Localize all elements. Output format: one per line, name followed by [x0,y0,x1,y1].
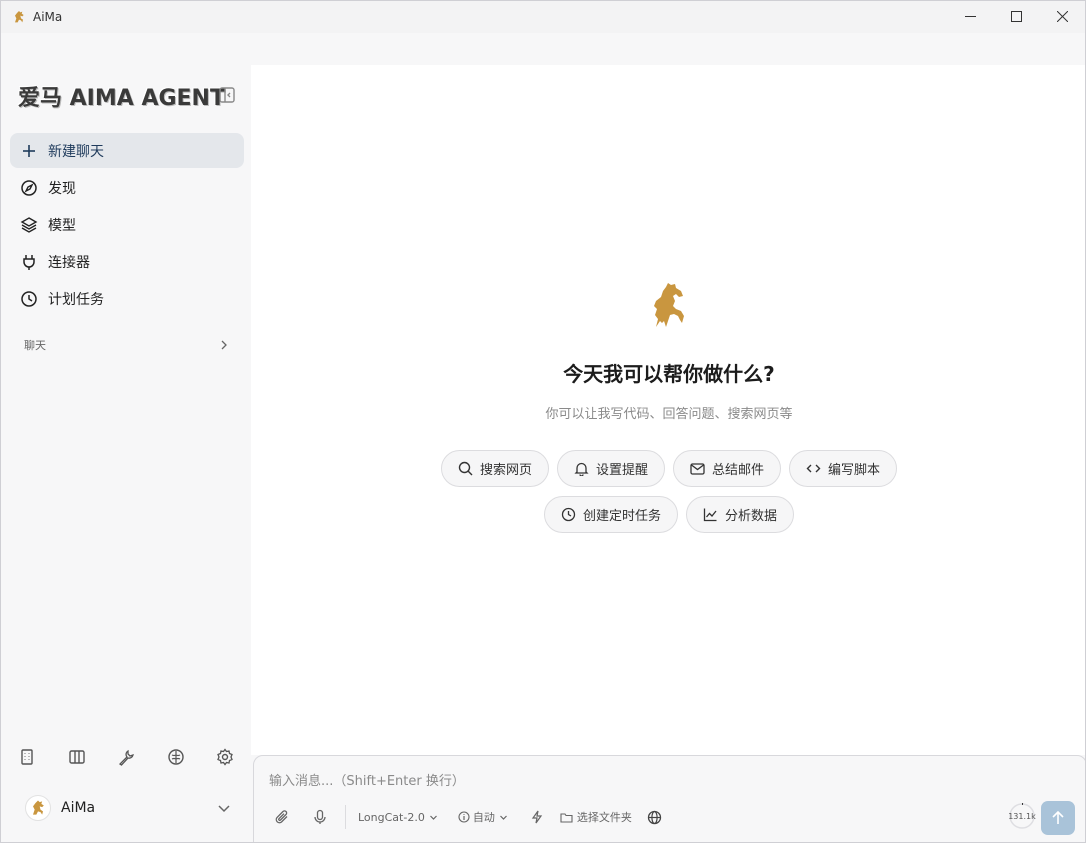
plus-icon [20,142,38,160]
avatar [25,795,51,821]
maximize-button[interactable] [993,1,1039,31]
lightning-icon [531,810,542,824]
compass-icon [20,179,38,197]
chip-summarize-email[interactable]: 总结邮件 [673,450,782,487]
search-icon [458,461,473,476]
sidebar-collapse-icon[interactable] [218,86,236,104]
close-icon [1056,10,1068,22]
columns-button[interactable] [65,745,89,769]
chip-write-script[interactable]: 编写脚本 [789,450,898,487]
sidebar-item-label: 新建聊天 [48,143,104,160]
code-icon [806,461,821,476]
mode-select[interactable]: 自动 [458,804,508,830]
clock-icon [20,290,38,308]
chip-label: 总结邮件 [712,463,765,478]
app-window: AiMa 爱马 AIMA AGENT 新建聊天 发现 模型 连接器 计划任务 聊… [0,0,1086,843]
composer-toolbar: LongCat-2.0 自动 选择文件夹 [269,804,668,830]
gear-icon [217,748,233,766]
brain-icon [167,749,184,765]
attach-button[interactable] [269,804,295,830]
microphone-button[interactable] [307,804,333,830]
layers-icon [20,216,38,234]
model-select-value: LongCat-2.0 [358,810,425,824]
folder-icon [560,812,573,823]
context-usage-indicator: 131.1k [1008,802,1036,830]
horse-logo-icon [15,11,24,23]
chip-label: 搜索网页 [479,463,532,478]
mail-icon [690,461,705,476]
message-composer: LongCat-2.0 自动 选择文件夹 [253,755,1085,842]
minimize-icon [964,15,976,17]
quick-action-button[interactable] [524,804,550,830]
brand-title: 爱马 AIMA AGENT [18,86,225,111]
chip-label: 创建定时任务 [582,509,661,524]
paperclip-icon [275,810,288,824]
wrench-button[interactable] [114,745,138,769]
chevron-down-icon[interactable] [215,799,233,817]
chevron-down-icon [499,815,507,820]
plug-icon [20,253,38,271]
sidebar-bottom-tools [15,745,237,769]
sidebar-item-label: 计划任务 [48,291,104,308]
token-count: 131.1k [1008,811,1036,821]
hero-subtitle: 你可以让我写代码、回答问题、搜索网页等 [545,407,793,422]
window-controls [947,1,1085,33]
toolbar-divider [345,805,346,829]
brain-button[interactable] [164,745,188,769]
chats-section-header[interactable]: 聊天 [24,337,229,353]
model-select[interactable]: LongCat-2.0 [358,804,438,830]
info-icon [458,811,470,823]
main-panel: 今天我可以帮你做什么? 你可以让我写代码、回答问题、搜索网页等 搜索网页 设置提… [251,65,1085,755]
chip-create-scheduled-task[interactable]: 创建定时任务 [543,496,678,533]
close-button[interactable] [1039,1,1085,31]
sidebar-item-discover[interactable]: 发现 [10,170,244,205]
sidebar: 爱马 AIMA AGENT 新建聊天 发现 模型 连接器 计划任务 聊天 AiM… [1,33,251,842]
maximize-icon [1010,10,1022,22]
suggestion-chips-row-2: 创建定时任务 分析数据 [251,496,1085,533]
window-title: AiMa [33,10,63,24]
minimize-button[interactable] [947,1,993,31]
sidebar-item-label: 发现 [48,180,76,197]
wrench-icon [118,749,134,766]
suggestion-chips-row-1: 搜索网页 设置提醒 总结邮件 编写脚本 [251,450,1085,487]
sidebar-item-label: 模型 [48,217,76,234]
mode-select-value: 自动 [472,811,495,824]
building-icon [21,749,33,765]
building-button[interactable] [15,745,39,769]
microphone-icon [314,809,326,824]
select-folder-label: 选择文件夹 [576,811,632,824]
chats-section-label: 聊天 [24,339,46,352]
sidebar-nav: 新建聊天 发现 模型 连接器 计划任务 [10,133,244,318]
horse-logo-icon [654,283,684,327]
settings-button[interactable] [213,745,237,769]
sidebar-item-scheduled-tasks[interactable]: 计划任务 [10,281,244,316]
chip-analyze-data[interactable]: 分析数据 [686,496,795,533]
chart-line-icon [703,507,718,522]
select-folder-button[interactable]: 选择文件夹 [560,804,632,830]
chevron-down-icon [429,815,437,820]
chip-label: 分析数据 [725,509,778,524]
chip-label: 编写脚本 [828,463,881,478]
chip-set-reminder[interactable]: 设置提醒 [556,450,665,487]
sidebar-item-connectors[interactable]: 连接器 [10,244,244,279]
titlebar: AiMa [1,1,1085,33]
globe-icon [648,810,662,824]
web-search-toggle[interactable] [642,804,668,830]
bell-icon [574,461,589,476]
chevron-right-icon [221,340,227,350]
hero-title: 今天我可以帮你做什么? [563,362,775,386]
message-input[interactable] [269,770,969,792]
clock-icon [561,507,576,522]
send-button[interactable] [1041,801,1075,835]
columns-icon [68,750,85,764]
chip-search-web[interactable]: 搜索网页 [440,450,549,487]
user-profile-row[interactable]: AiMa [15,793,237,823]
arrow-up-icon [1052,810,1064,824]
sidebar-item-models[interactable]: 模型 [10,207,244,242]
user-name: AiMa [61,800,96,816]
chip-label: 设置提醒 [595,463,648,478]
sidebar-item-new-chat[interactable]: 新建聊天 [10,133,244,168]
horse-logo-icon [33,800,44,815]
sidebar-item-label: 连接器 [48,254,90,271]
